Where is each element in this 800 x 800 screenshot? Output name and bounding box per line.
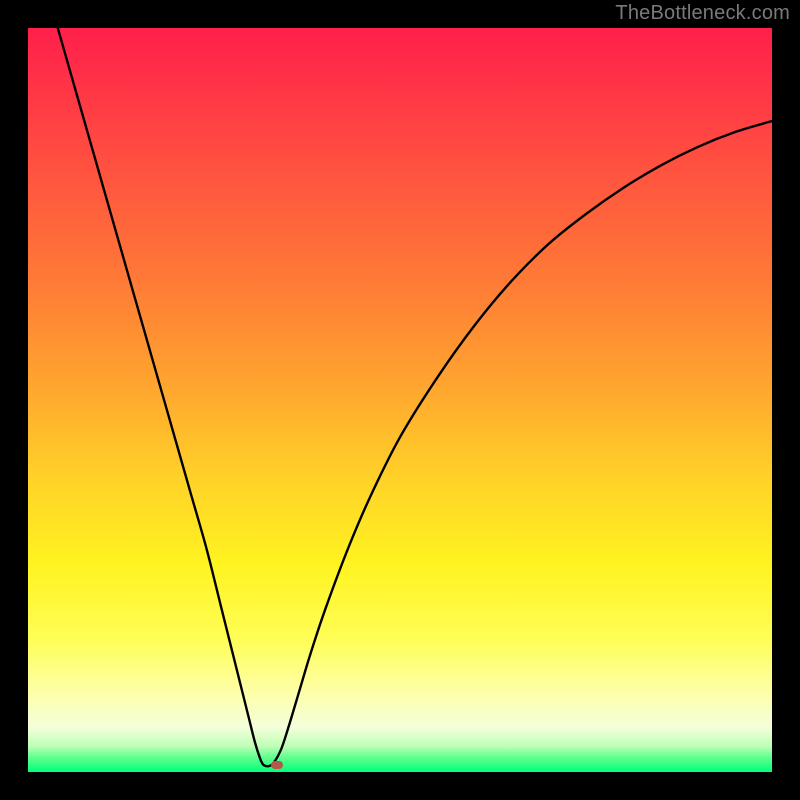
chart-frame: TheBottleneck.com <box>0 0 800 800</box>
attribution-text: TheBottleneck.com <box>615 2 790 25</box>
plot-area <box>28 28 772 772</box>
valley-marker <box>271 761 283 769</box>
bottleneck-curve <box>28 28 772 772</box>
